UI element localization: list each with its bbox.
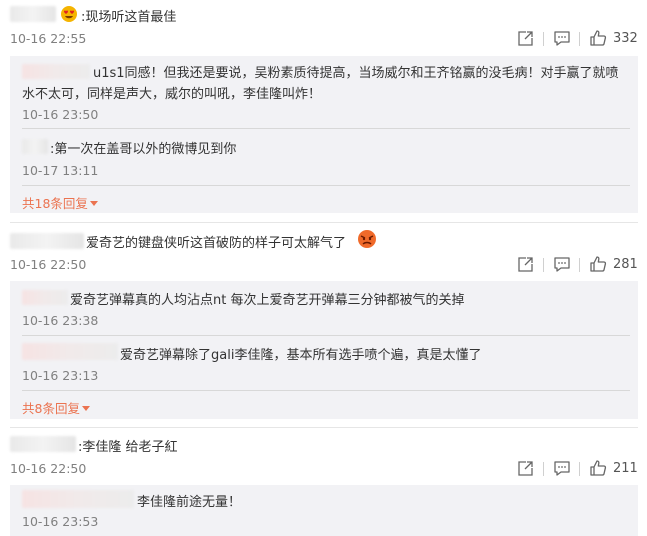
- share-button[interactable]: [517, 30, 534, 47]
- comment-text: :现场听这首最佳: [81, 10, 177, 25]
- share-icon: [517, 30, 534, 47]
- reply-text: 爱奇艺弹幕真的人均沾点nt 每次上爱奇艺开弹幕三分钟都被气的关掉: [70, 293, 465, 308]
- action-divider: [579, 258, 580, 272]
- like-count: 332: [613, 30, 638, 46]
- reply-text: u1s1同感！但我还是要说，吴粉素质待提高，当场威尔和王齐铭赢的没毛病！对手赢了…: [93, 66, 619, 81]
- reply-time: 10-16 23:50: [22, 107, 99, 122]
- username-blurred[interactable]: [22, 343, 118, 360]
- comment-button[interactable]: [553, 460, 571, 477]
- like-button[interactable]: 332: [589, 29, 638, 47]
- reply-divider: [22, 128, 630, 129]
- username-blurred[interactable]: [10, 436, 76, 452]
- comment-time: 10-16 22:55: [10, 31, 87, 46]
- reply-text: 爱奇艺弹幕除了gali李佳隆，基本所有选手喷个遍，真是太懂了: [120, 348, 482, 363]
- thumbs-up-icon: [589, 459, 607, 477]
- reply-time: 10-17 13:11: [22, 163, 99, 178]
- like-button[interactable]: 281: [589, 255, 638, 273]
- username-blurred[interactable]: [10, 233, 84, 249]
- reply-divider: [22, 335, 630, 336]
- reply-divider: [22, 390, 630, 391]
- share-icon: [517, 460, 534, 477]
- comment-text: 爱奇艺的键盘侠听这首破防的样子可太解气了: [86, 236, 347, 251]
- reply-divider: [22, 185, 630, 186]
- comment-divider: [10, 222, 638, 223]
- share-button[interactable]: [517, 460, 534, 477]
- action-divider: [543, 32, 544, 46]
- reply-text: 李佳隆前途无量！: [137, 495, 242, 510]
- heart-eyes-emoji-icon: [60, 5, 78, 27]
- share-button[interactable]: [517, 256, 534, 273]
- username-blurred[interactable]: [22, 139, 48, 154]
- like-count: 281: [613, 256, 638, 272]
- action-divider: [543, 258, 544, 272]
- reply-text: :第一次在盖哥以外的微博见到你: [50, 142, 237, 157]
- comment-button[interactable]: [553, 256, 571, 273]
- reply-time: 10-16 23:38: [22, 313, 99, 328]
- more-replies-label: 共18条回复: [22, 196, 88, 211]
- username-blurred[interactable]: [22, 64, 90, 79]
- reply-time: 10-16 23:13: [22, 368, 99, 383]
- username-blurred[interactable]: [22, 290, 68, 305]
- view-more-replies-link[interactable]: 共8条回复: [22, 398, 90, 417]
- action-divider: [579, 32, 580, 46]
- like-button[interactable]: 211: [589, 459, 638, 477]
- like-count: 211: [613, 460, 638, 476]
- comment-time: 10-16 22:50: [10, 257, 87, 272]
- reply-time: 10-16 23:53: [22, 514, 99, 529]
- username-blurred[interactable]: [10, 6, 56, 22]
- action-divider: [579, 462, 580, 476]
- comment-button[interactable]: [553, 30, 571, 47]
- reply-text-continued: 水不太可，同样是声大，威尔的叫吼，李佳隆叫炸！: [22, 87, 322, 102]
- action-divider: [543, 462, 544, 476]
- chevron-down-icon: [81, 406, 90, 411]
- comment-text: :李佳隆 给老子紅: [78, 440, 178, 455]
- comment-icon: [553, 256, 571, 273]
- angry-face-emoji-icon: [357, 229, 377, 253]
- more-replies-label: 共8条回复: [22, 401, 80, 416]
- comment-icon: [553, 30, 571, 47]
- chevron-down-icon: [89, 201, 98, 206]
- comment-time: 10-16 22:50: [10, 461, 87, 476]
- share-icon: [517, 256, 534, 273]
- view-more-replies-link[interactable]: 共18条回复: [22, 193, 98, 212]
- comment-divider: [10, 427, 638, 428]
- comment-icon: [553, 460, 571, 477]
- thumbs-up-icon: [589, 29, 607, 47]
- thumbs-up-icon: [589, 255, 607, 273]
- username-blurred[interactable]: [22, 490, 134, 508]
